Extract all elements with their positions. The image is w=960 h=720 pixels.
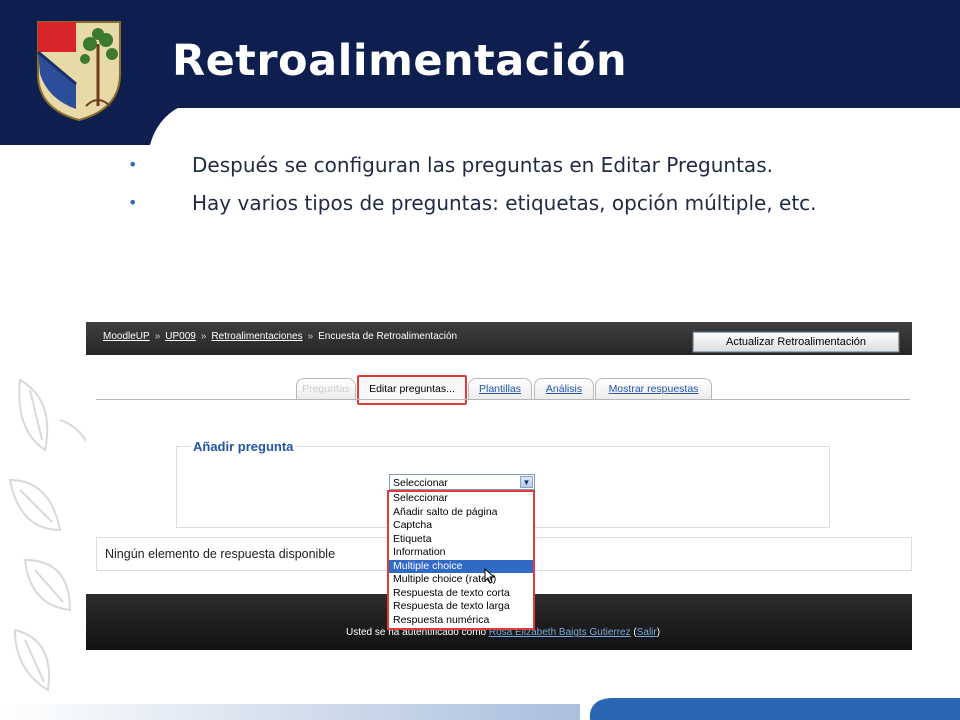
bullet-icon: • <box>128 193 138 212</box>
breadcrumb: MoodleUP » UP009 » Retroalimentaciones » Encue… <box>103 331 457 342</box>
option-item[interactable]: Captcha <box>389 519 533 533</box>
breadcrumb-current: Encuesta de Retroalimentación <box>318 331 458 342</box>
option-item[interactable]: Respuesta numérica <box>389 614 533 628</box>
mouse-cursor-icon <box>484 568 496 584</box>
option-item[interactable]: Respuesta de texto corta <box>389 587 533 601</box>
option-item[interactable]: Respuesta de texto larga <box>389 600 533 614</box>
add-question-legend: Añadir pregunta <box>191 439 296 454</box>
bullet-text: Después se configuran las preguntas en E… <box>192 153 773 177</box>
question-type-options: Seleccionar Añadir salto de página Captc… <box>387 490 535 630</box>
bullet-item: • Hay varios tipos de preguntas: etiquet… <box>128 186 918 256</box>
breadcrumb-link-course[interactable]: UP009 <box>165 331 196 342</box>
option-item[interactable]: Etiqueta <box>389 533 533 547</box>
update-feedback-button[interactable]: Actualizar Retroalimentación <box>692 331 900 353</box>
breadcrumb-separator-icon: » <box>154 331 161 342</box>
tab-divider <box>96 399 910 400</box>
option-item[interactable]: Information <box>389 546 533 560</box>
tab-analysis[interactable]: Análisis <box>534 378 594 399</box>
chevron-down-icon[interactable]: ▼ <box>520 476 533 488</box>
footer-decoration <box>0 698 960 720</box>
option-item[interactable]: Multiple choice (rated) <box>389 573 533 587</box>
tab-bar: Preguntas Editar preguntas... Plantillas… <box>86 374 912 405</box>
bullet-text: Hay varios tipos de preguntas: etiquetas… <box>192 191 817 215</box>
tab-templates[interactable]: Plantillas <box>468 378 532 399</box>
tab-overview[interactable]: Preguntas <box>296 378 356 399</box>
breadcrumb-link-moodleup[interactable]: MoodleUP <box>103 331 150 342</box>
option-item[interactable]: Seleccionar <box>389 492 533 506</box>
breadcrumb-link-feedbacks[interactable]: Retroalimentaciones <box>211 331 302 342</box>
no-responses-message: Ningún elemento de respuesta disponible <box>105 547 336 561</box>
moodle-navbar: MoodleUP » UP009 » Retroalimentaciones » Encue… <box>86 322 912 355</box>
bullet-icon: • <box>128 155 138 174</box>
logout-link[interactable]: Salir <box>637 627 657 638</box>
tab-show-responses[interactable]: Mostrar respuestas <box>595 378 712 399</box>
tab-edit-questions[interactable]: Editar preguntas... <box>357 375 467 405</box>
moodle-screenshot: MoodleUP » UP009 » Retroalimentaciones » Encue… <box>86 322 912 650</box>
option-item-selected[interactable]: Multiple choice <box>389 559 533 573</box>
breadcrumb-separator-icon: » <box>200 331 207 342</box>
coat-of-arms-logo <box>37 21 121 122</box>
page-title: Retroalimentación <box>172 36 628 86</box>
option-item[interactable]: Añadir salto de página <box>389 506 533 520</box>
question-type-select[interactable]: Seleccionar ▼ <box>389 474 535 490</box>
breadcrumb-separator-icon: » <box>307 331 314 342</box>
select-value: Seleccionar <box>393 477 448 489</box>
